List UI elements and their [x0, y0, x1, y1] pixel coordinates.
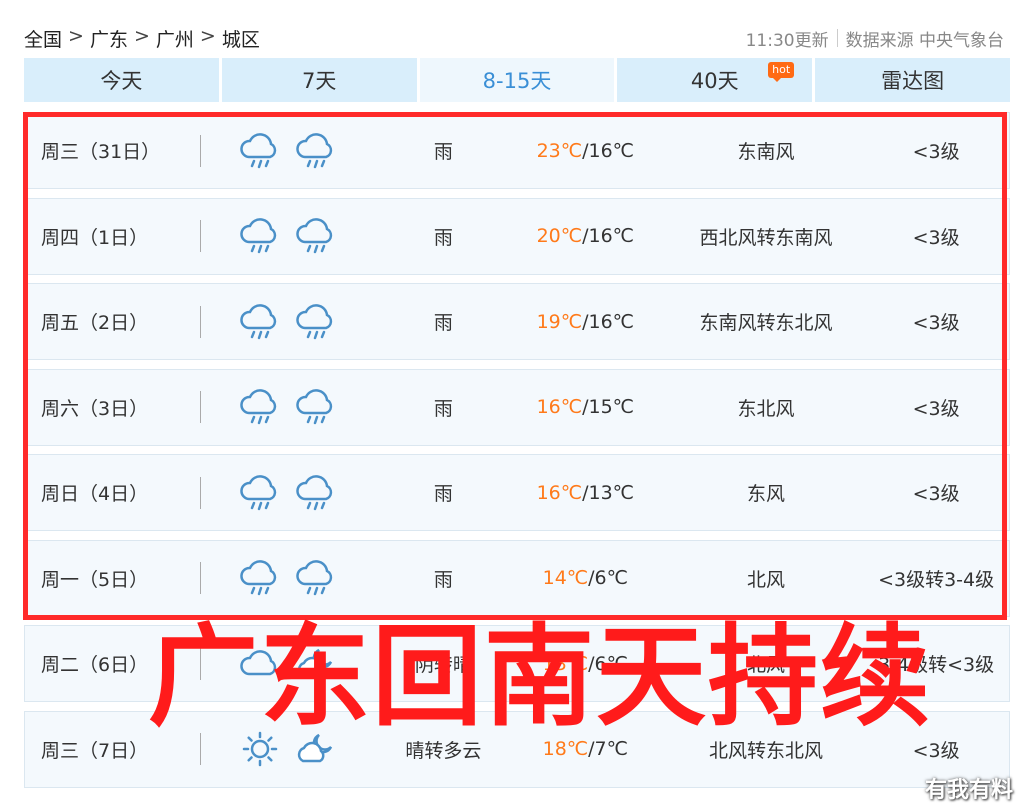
wind-direction: 东南风	[737, 141, 795, 163]
column-divider	[200, 391, 202, 423]
temp-high: 16℃	[536, 481, 583, 504]
top-bar: 全国 > 广东 > 广州 > 城区 11:30更新 数据来源 中央气象台	[24, 24, 1004, 52]
breadcrumb-nation[interactable]: 全国	[24, 25, 62, 52]
weather-description: 雨	[433, 141, 453, 163]
weather-description: 雨	[433, 397, 453, 420]
temp-low: /16℃	[582, 139, 634, 162]
temperature: 14℃/6℃	[502, 567, 669, 589]
watermark: 有我有料	[924, 778, 1013, 803]
day-label: 周一（5日）	[41, 568, 149, 591]
weather-description: 雨	[433, 568, 453, 591]
day-label: 周日（4日）	[41, 483, 149, 505]
rain-cloud-icon	[295, 216, 337, 256]
tab-label: 雷达图	[881, 69, 945, 93]
hot-badge: hot	[768, 62, 795, 82]
wind-level: <3级	[912, 483, 960, 505]
wind-level: <3级转3-4级	[878, 568, 995, 591]
tab-label: 8-15天	[482, 69, 552, 93]
wind-direction: 东南风转东北风	[699, 312, 833, 334]
temperature: 23℃/16℃	[502, 140, 669, 162]
day-label: 周三（31日）	[41, 141, 161, 163]
temperature: 19℃/16℃	[502, 311, 669, 333]
wind-level: <3级	[912, 226, 960, 249]
day-label: 周五（2日）	[41, 312, 149, 334]
tab-40-days[interactable]: 40天 hot	[617, 58, 813, 102]
day-label: 周四（1日）	[41, 226, 149, 249]
wind-level: <3级	[912, 397, 960, 420]
update-time: 11:30更新	[745, 30, 829, 51]
forecast-row: 周一（5日） 雨 14℃/6℃ 北风 <3级转3-4级	[24, 539, 1010, 617]
temp-high: 20℃	[536, 225, 583, 247]
breadcrumb-province[interactable]: 广东	[90, 25, 128, 52]
column-divider	[200, 476, 202, 509]
temp-low: /13℃	[582, 481, 634, 504]
tab-label: 今天	[100, 69, 143, 93]
overlay-headline: 广东回南天持续	[148, 613, 932, 741]
breadcrumb-separator: >	[133, 24, 150, 47]
weather-description: 雨	[433, 312, 453, 334]
temp-low: /16℃	[582, 225, 634, 247]
rain-cloud-icon	[295, 302, 337, 342]
weather-description: 雨	[433, 483, 453, 505]
rain-cloud-icon	[239, 131, 281, 171]
forecast-row: 周六（3日） 雨 16℃/15℃ 东北风 <3级	[24, 368, 1010, 446]
column-divider	[200, 562, 202, 594]
temp-high: 14℃	[542, 567, 589, 589]
data-source: 数据来源 中央气象台	[845, 30, 1004, 51]
weather-icons	[239, 558, 385, 598]
wind-direction: 西北风转东南风	[699, 226, 833, 249]
weather-icons	[239, 131, 385, 171]
column-divider	[200, 305, 202, 338]
breadcrumb-separator: >	[199, 24, 216, 47]
wind-direction: 东北风	[737, 397, 795, 420]
tab-7-days[interactable]: 7天	[221, 58, 417, 102]
temp-low: /15℃	[582, 396, 634, 418]
column-divider	[200, 134, 202, 167]
breadcrumb: 全国 > 广东 > 广州 > 城区	[24, 25, 260, 52]
forecast-row: 周五（2日） 雨 19℃/16℃ 东南风转东北风 <3级	[24, 283, 1010, 360]
weather-icons	[239, 216, 385, 256]
temp-high: 23℃	[536, 139, 583, 162]
rain-cloud-icon	[239, 558, 281, 598]
wind-direction: 北风	[747, 568, 786, 591]
wind-direction: 东风	[747, 483, 786, 505]
wind-level: <3级	[912, 312, 960, 334]
rain-cloud-icon	[295, 473, 337, 513]
weather-icons	[239, 473, 385, 513]
rain-cloud-icon	[239, 216, 281, 256]
weather-description: 雨	[433, 226, 453, 249]
day-label: 周六（3日）	[41, 397, 149, 420]
rain-cloud-icon	[239, 302, 281, 342]
forecast-row: 周四（1日） 雨 20℃/16℃ 西北风转东南风 <3级	[24, 197, 1010, 275]
tab-label: 7天	[302, 69, 337, 93]
update-meta: 11:30更新 数据来源 中央气象台	[746, 26, 1004, 51]
temperature: 16℃/13℃	[502, 482, 669, 504]
tab-radar[interactable]: 雷达图	[815, 58, 1010, 102]
column-divider	[200, 220, 202, 252]
rain-cloud-icon	[295, 558, 337, 598]
temp-low: /6℃	[588, 567, 628, 589]
rain-cloud-icon	[295, 131, 337, 171]
temperature: 16℃/15℃	[502, 396, 669, 418]
forecast-tabs: 今天 7天 8-15天 40天 hot 雷达图	[24, 58, 1010, 102]
temp-high: 19℃	[536, 310, 583, 333]
breadcrumb-city[interactable]: 广州	[156, 25, 194, 52]
temperature: 20℃/16℃	[502, 225, 669, 247]
rain-cloud-icon	[239, 473, 281, 513]
weather-icons	[239, 302, 385, 342]
wind-level: <3级	[912, 141, 960, 163]
tab-today[interactable]: 今天	[24, 58, 219, 102]
rain-cloud-icon	[239, 387, 281, 427]
meta-divider	[836, 29, 838, 47]
forecast-row: 周三（31日） 雨 23℃/16℃ 东南风 <3级	[24, 112, 1010, 189]
temp-high: 16℃	[536, 396, 583, 418]
rain-cloud-icon	[295, 387, 337, 427]
temp-low: /16℃	[582, 310, 634, 333]
weather-icons	[239, 387, 385, 427]
breadcrumb-separator: >	[68, 24, 84, 47]
tab-label: 40天	[690, 69, 739, 93]
tab-8-15-days[interactable]: 8-15天	[419, 58, 615, 102]
breadcrumb-district[interactable]: 城区	[222, 25, 260, 52]
forecast-row: 周日（4日） 雨 16℃/13℃ 东风 <3级	[24, 454, 1010, 531]
